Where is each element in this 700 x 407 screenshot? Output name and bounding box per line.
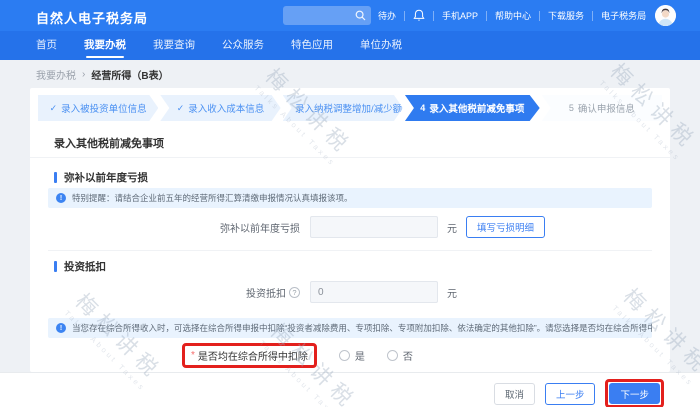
- highlight-box-radio-label: * 是否均在综合所得中扣除: [182, 343, 317, 368]
- section-invest-title: 投资抵扣: [64, 261, 106, 273]
- breadcrumb-separator: ›: [82, 69, 86, 80]
- step-label: 录入纳税调整增加/减少额: [294, 104, 403, 115]
- next-step-button[interactable]: 下一步: [609, 383, 660, 404]
- etax-link[interactable]: 电子税务局: [601, 9, 646, 22]
- invest-field-label: 投资抵扣 ?: [30, 285, 310, 300]
- step-label: 录入其他税前减免事项: [429, 104, 525, 115]
- radio-circle-yes[interactable]: [338, 350, 350, 361]
- step-2: ✓ 录入收入成本信息: [160, 95, 280, 121]
- content-card: ✓ 录入被投资单位信息 ✓ 录入收入成本信息 ✓ 录入纳税调整增加/减少额 4 录入其他税前减…: [30, 88, 670, 372]
- breadcrumb-current: 经营所得（B表）: [91, 71, 169, 82]
- mobile-app-link[interactable]: 手机APP: [442, 9, 478, 22]
- divider: [539, 10, 541, 21]
- combined-notice-text: 当您存在综合所得收入时，可选择在综合所得申报中扣除“投资者减除费用、专项扣除、专…: [72, 323, 652, 333]
- combined-radio-label: 是否均在综合所得中扣除: [197, 352, 308, 363]
- bell-icon[interactable]: [413, 9, 425, 22]
- radio-option-no[interactable]: 否: [386, 348, 413, 363]
- step-3: ✓ 录入纳税调整增加/减少额: [283, 95, 403, 121]
- section-marker: [54, 172, 57, 183]
- app-title: 自然人电子税务局: [36, 11, 149, 26]
- top-bar: 自然人电子税务局 待办 手机APP 帮助中心 下载服务 电子税务局: [0, 0, 700, 31]
- nav-item-5[interactable]: 特色应用: [291, 31, 333, 60]
- divider: [592, 10, 594, 21]
- fill-loss-detail-button[interactable]: 填写亏损明细: [466, 216, 546, 238]
- loss-notice-text: 特别提醒：请结合企业前五年的经营所得汇算清缴申报情况认真填报该项。: [72, 193, 353, 203]
- footer-bar: 取消 上一步 下一步: [0, 372, 700, 407]
- section-invest-header: 投资抵扣: [54, 259, 106, 274]
- screen: 自然人电子税务局 待办 手机APP 帮助中心 下载服务 电子税务局 首页 我要办…: [0, 0, 700, 407]
- divider: [30, 157, 670, 158]
- divider: [433, 10, 435, 21]
- loss-unit: 元: [447, 223, 457, 235]
- help-icon[interactable]: ?: [289, 286, 300, 298]
- nav-item-1[interactable]: 首页: [36, 31, 57, 60]
- invest-unit: 元: [447, 288, 457, 300]
- section-loss-title: 弥补以前年度亏损: [64, 172, 148, 184]
- divider: [404, 10, 406, 21]
- combined-deduction-notice: ! 当您存在综合所得收入时，可选择在综合所得申报中扣除“投资者减除费用、专项扣除…: [48, 318, 652, 338]
- step-number: 4: [420, 103, 426, 113]
- info-icon: !: [56, 193, 66, 203]
- prev-step-button[interactable]: 上一步: [544, 382, 596, 405]
- step-label: 录入被投资单位信息: [61, 104, 147, 115]
- nav-item-3[interactable]: 我要查询: [153, 31, 195, 60]
- page-title: 录入其他税前减免事项: [54, 138, 164, 150]
- section-loss-header: 弥补以前年度亏损: [54, 170, 148, 185]
- loss-notice: ! 特别提醒：请结合企业前五年的经营所得汇算清缴申报情况认真填报该项。: [48, 188, 652, 208]
- step-number: 5: [568, 103, 574, 113]
- combined-radio-row: * 是否均在综合所得中扣除 是 否: [30, 343, 670, 368]
- step-5: 5 确认申报信息: [541, 95, 662, 121]
- step-1: ✓ 录入被投资单位信息: [38, 95, 158, 121]
- divider: [48, 250, 652, 251]
- invest-amount-input[interactable]: [310, 281, 438, 303]
- cancel-button[interactable]: 取消: [493, 382, 535, 405]
- check-icon: ✓: [283, 102, 291, 113]
- highlight-box-next-button: 下一步: [605, 379, 664, 407]
- nav-item-2[interactable]: 我要办税: [84, 31, 126, 60]
- main-nav: 首页 我要办税 我要查询 公众服务 特色应用 单位办税: [0, 31, 700, 60]
- breadcrumb-parent[interactable]: 我要办税: [36, 67, 76, 82]
- footer-buttons: 取消 上一步 下一步: [493, 379, 664, 407]
- check-icon: ✓: [176, 102, 185, 113]
- required-mark: *: [191, 350, 195, 361]
- step-4: 4 录入其他税前减免事项: [405, 95, 540, 121]
- loss-field-row: 弥补以前年度亏损 元 填写亏损明细: [30, 215, 670, 239]
- section-marker: [54, 261, 57, 272]
- download-link[interactable]: 下载服务: [548, 9, 584, 22]
- search-icon[interactable]: [355, 10, 366, 21]
- help-center-link[interactable]: 帮助中心: [495, 9, 531, 22]
- radio-option-yes[interactable]: 是: [338, 348, 365, 363]
- user-avatar[interactable]: [655, 5, 677, 26]
- divider: [486, 10, 488, 21]
- step-label: 录入收入成本信息: [188, 104, 265, 115]
- search-box[interactable]: [283, 6, 371, 25]
- step-progress-bar: ✓ 录入被投资单位信息 ✓ 录入收入成本信息 ✓ 录入纳税调整增加/减少额 4 录入其他税前减…: [38, 95, 662, 121]
- search-input[interactable]: [283, 6, 355, 25]
- todo-link[interactable]: 待办: [378, 9, 396, 22]
- invest-field-row: 投资抵扣 ? 元: [30, 280, 670, 304]
- nav-item-4[interactable]: 公众服务: [222, 31, 264, 60]
- step-label: 确认申报信息: [577, 104, 635, 115]
- top-links: 待办 手机APP 帮助中心 下载服务 电子税务局: [378, 0, 677, 31]
- loss-field-label: 弥补以前年度亏损: [220, 223, 300, 235]
- check-icon: ✓: [49, 102, 58, 113]
- loss-amount-input[interactable]: [310, 216, 438, 238]
- info-icon: !: [56, 323, 66, 333]
- radio-circle-no[interactable]: [386, 350, 398, 361]
- breadcrumb: 我要办税 › 经营所得（B表）: [36, 67, 169, 82]
- nav-item-6[interactable]: 单位办税: [360, 31, 402, 60]
